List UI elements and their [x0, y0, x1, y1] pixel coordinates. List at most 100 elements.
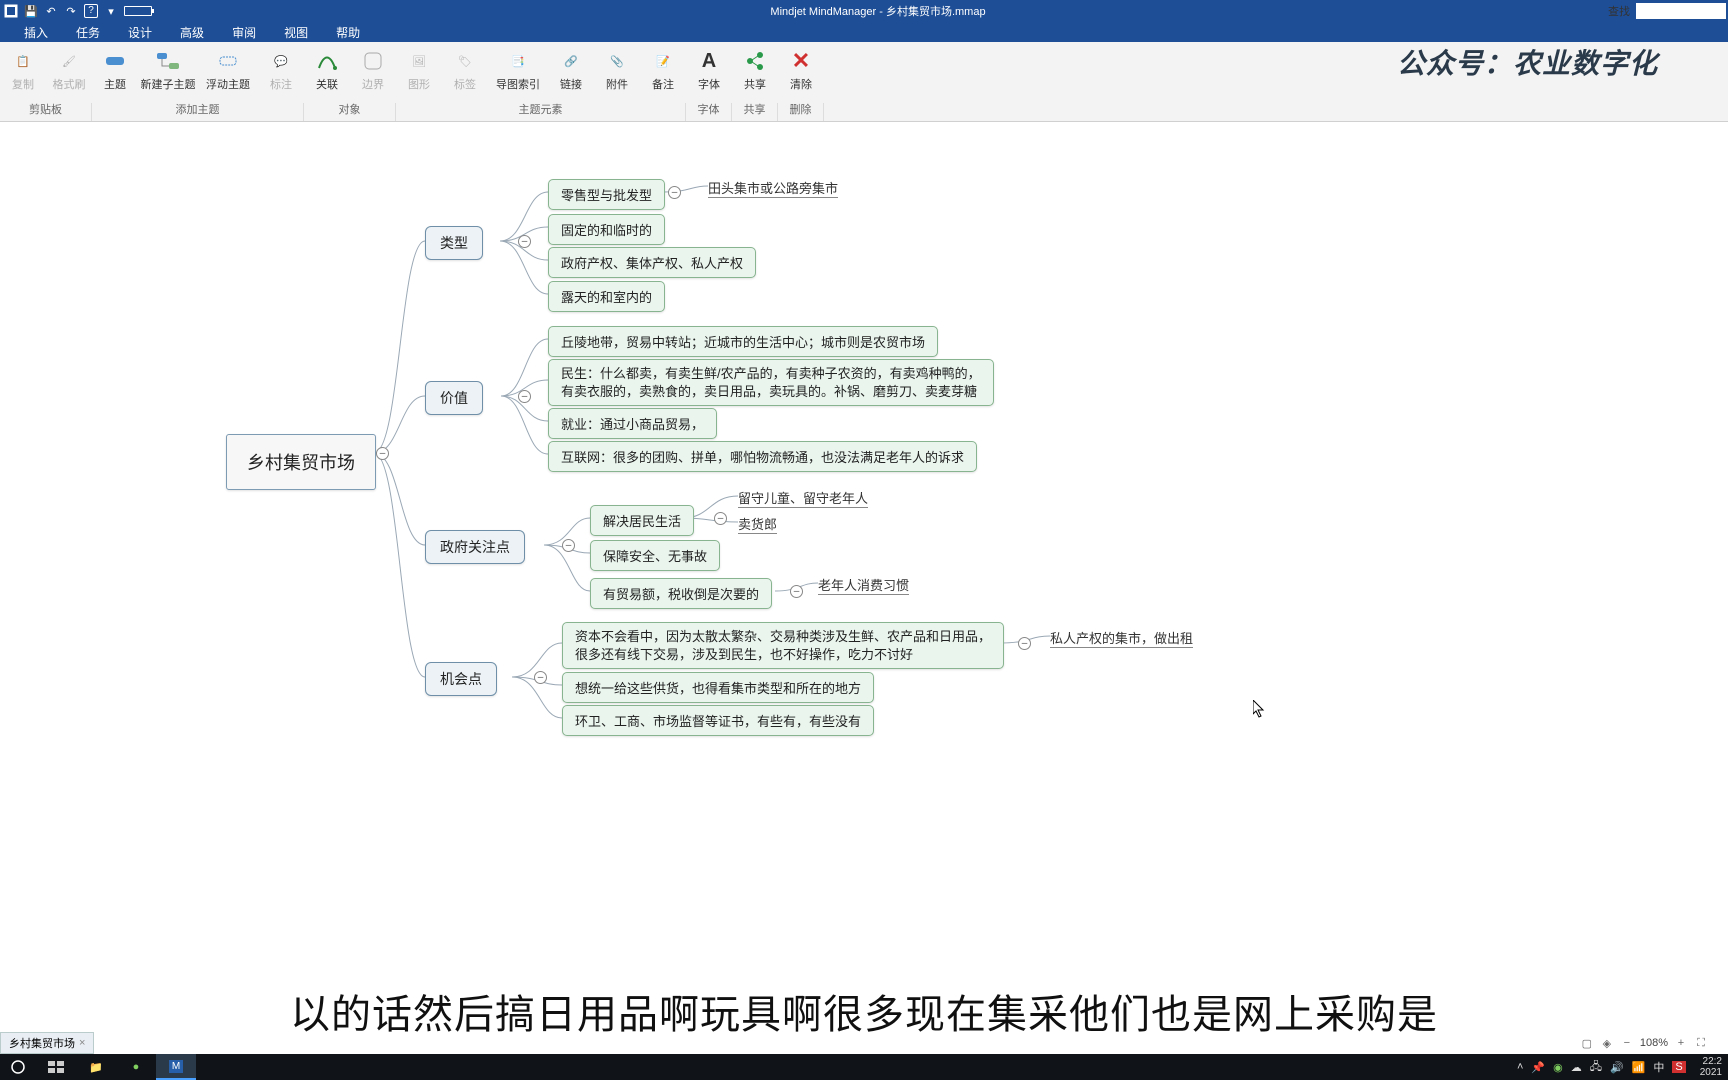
fit-icon[interactable]: ▢ — [1580, 1036, 1594, 1050]
menu-design[interactable]: 设计 — [114, 22, 166, 43]
new-subtopic-button[interactable]: 新建子主题 — [138, 46, 198, 92]
tray-volume-icon[interactable]: 🔊 — [1610, 1061, 1624, 1074]
start-button[interactable] — [0, 1054, 36, 1080]
node-type-c3[interactable]: 政府产权、集体产权、私人产权 — [548, 247, 756, 278]
taskbar-clock[interactable]: 22:2 2021 — [1694, 1056, 1728, 1078]
expand-opp-c1[interactable]: – — [1018, 637, 1031, 650]
node-opp[interactable]: 机会点 — [425, 662, 497, 696]
mindmap-root[interactable]: 乡村集贸市场 — [226, 434, 376, 490]
titlebar: 💾 ↶ ↷ ? ▾ Mindjet MindManager - 乡村集贸市场.m… — [0, 0, 1728, 22]
node-value[interactable]: 价值 — [425, 381, 483, 415]
center-icon[interactable]: ◈ — [1600, 1036, 1614, 1050]
zoom-out-icon[interactable]: − — [1620, 1036, 1634, 1050]
link-icon: 🔗 — [558, 48, 584, 74]
node-opp-c1[interactable]: 资本不会看中，因为太散太繁杂、交易种类涉及生鲜、农产品和日用品， 很多还有线下交… — [562, 622, 1004, 669]
node-gov-c2[interactable]: 保障安全、无事故 — [590, 540, 720, 571]
node-opp-c3[interactable]: 环卫、工商、市场监督等证书，有些有，有些没有 — [562, 705, 874, 736]
delete-icon: ✕ — [788, 48, 814, 74]
ribbon-group-object: 关联 边界 对象 — [304, 42, 396, 121]
qat-redo-icon[interactable]: ↷ — [64, 4, 78, 18]
copy-icon: 📋 — [10, 48, 36, 74]
topic-button[interactable]: 主题 — [92, 46, 138, 92]
floating-topic-button[interactable]: 浮动主题 — [198, 46, 258, 92]
node-opp-c1n[interactable]: 私人产权的集市，做出租 — [1050, 628, 1193, 648]
node-gov[interactable]: 政府关注点 — [425, 530, 525, 564]
tray-onedrive-icon[interactable]: ☁ — [1571, 1061, 1582, 1074]
qat-help-icon[interactable]: ? — [84, 4, 98, 18]
explorer-button[interactable]: 📁 — [76, 1054, 116, 1080]
node-gov-c3n[interactable]: 老年人消费习惯 — [818, 575, 909, 595]
tray-network-icon[interactable]: 🖧 — [1590, 1058, 1602, 1077]
node-gov-c3[interactable]: 有贸易额，税收倒是次要的 — [590, 578, 772, 609]
node-type-c2[interactable]: 固定的和临时的 — [548, 214, 665, 245]
qat-save-icon[interactable]: 💾 — [24, 4, 38, 18]
font-button[interactable]: A字体 — [686, 46, 732, 92]
browser-button[interactable]: ● — [116, 1054, 156, 1080]
node-gov-c1a[interactable]: 留守儿童、留守老年人 — [738, 488, 868, 508]
app-icon — [4, 4, 18, 18]
node-gov-c1[interactable]: 解决居民生活 — [590, 505, 694, 536]
menu-view[interactable]: 视图 — [270, 22, 322, 43]
graphic-button[interactable]: 🖼图形 — [396, 46, 442, 92]
node-type-c1[interactable]: 零售型与批发型 — [548, 179, 665, 210]
border-button[interactable]: 边界 — [350, 46, 396, 92]
mindmap-canvas[interactable]: 乡村集贸市场 – 类型 – 零售型与批发型 – 田头集市或公路旁集市 固定的和临… — [0, 122, 1728, 1038]
menu-review[interactable]: 审阅 — [218, 22, 270, 43]
menu-help[interactable]: 帮助 — [322, 22, 374, 43]
expand-root[interactable]: – — [376, 447, 389, 460]
menu-advanced[interactable]: 高级 — [166, 22, 218, 43]
node-type-c4[interactable]: 露天的和室内的 — [548, 281, 665, 312]
tray-nvidia-icon[interactable]: ◉ — [1553, 1061, 1563, 1074]
taskbar: 📁 ● M ˄ 📌 ◉ ☁ 🖧 🔊 📶 中 S 22:2 2021 — [0, 1054, 1728, 1080]
expand-gov[interactable]: – — [562, 539, 575, 552]
node-value-c4[interactable]: 互联网：很多的团购、拼单，哪怕物流畅通，也没法满足老年人的诉求 — [548, 441, 977, 472]
expand-gov-c3[interactable]: – — [790, 585, 803, 598]
qat-dropdown-icon[interactable]: ▾ — [104, 4, 118, 18]
menu-insert[interactable]: 插入 — [10, 22, 62, 43]
qat-undo-icon[interactable]: ↶ — [44, 4, 58, 18]
node-type[interactable]: 类型 — [425, 226, 483, 260]
tag-button[interactable]: 🏷标签 — [442, 46, 488, 92]
document-tab-strip: 乡村集贸市场 × ▢ ◈ − 108% + ⛶ — [0, 1032, 1728, 1054]
share-button[interactable]: 共享 — [732, 46, 778, 92]
topic-icon — [102, 48, 128, 74]
tray-pin-icon[interactable]: 📌 — [1531, 1061, 1545, 1074]
node-opp-c2[interactable]: 想统一给这些供货，也得看集市类型和所在的地方 — [562, 672, 874, 703]
paperclip-icon: 📎 — [604, 48, 630, 74]
taskview-button[interactable] — [36, 1054, 76, 1080]
tray-wifi-icon[interactable]: 📶 — [1632, 1061, 1646, 1074]
menubar: 插入 任务 设计 高级 审阅 视图 帮助 — [0, 22, 1728, 42]
node-value-c2[interactable]: 民生：什么都卖，有卖生鲜/农产品的，有卖种子农资的，有卖鸡种鸭的， 有卖衣服的，… — [548, 359, 994, 406]
note-button[interactable]: 📝备注 — [640, 46, 686, 92]
fullscreen-icon[interactable]: ⛶ — [1694, 1036, 1708, 1050]
hyperlink-button[interactable]: 🔗链接 — [548, 46, 594, 92]
close-tab-icon[interactable]: × — [79, 1037, 85, 1049]
ribbon-group-share: 共享 共享 — [732, 42, 778, 121]
node-gov-c1b[interactable]: 卖货郎 — [738, 514, 777, 534]
cursor-icon — [1253, 700, 1265, 718]
callout-icon: 💬 — [268, 48, 294, 74]
tray-ime-icon[interactable]: 中 — [1653, 1059, 1664, 1075]
node-value-c3[interactable]: 就业：通过小商品贸易， — [548, 408, 717, 439]
expand-gov-c1[interactable]: – — [714, 512, 727, 525]
navindex-button[interactable]: 📑导图索引 — [488, 46, 548, 92]
marker-button[interactable]: 💬标注 — [258, 46, 304, 92]
attach-button[interactable]: 📎附件 — [594, 46, 640, 92]
node-type-c1n[interactable]: 田头集市或公路旁集市 — [708, 178, 838, 198]
tray-up-icon[interactable]: ˄ — [1517, 1061, 1523, 1073]
expand-opp[interactable]: – — [534, 671, 547, 684]
mindmanager-taskbar-button[interactable]: M — [156, 1054, 196, 1080]
node-value-c1[interactable]: 丘陵地带，贸易中转站；近城市的生活中心；城市则是农贸市场 — [548, 326, 938, 357]
expand-type[interactable]: – — [518, 235, 531, 248]
tray-sogou-icon[interactable]: S — [1672, 1061, 1685, 1073]
search-input[interactable] — [1636, 3, 1726, 19]
expand-value[interactable]: – — [518, 390, 531, 403]
relation-button[interactable]: 关联 — [304, 46, 350, 92]
format-painter-button[interactable]: 🖌格式刷 — [46, 46, 92, 92]
expand-type-c1[interactable]: – — [668, 186, 681, 199]
document-tab[interactable]: 乡村集贸市场 × — [0, 1032, 94, 1054]
clear-button[interactable]: ✕清除 — [778, 46, 824, 92]
zoom-in-icon[interactable]: + — [1674, 1036, 1688, 1050]
copy-button[interactable]: 📋复制 — [0, 46, 46, 92]
menu-task[interactable]: 任务 — [62, 22, 114, 43]
